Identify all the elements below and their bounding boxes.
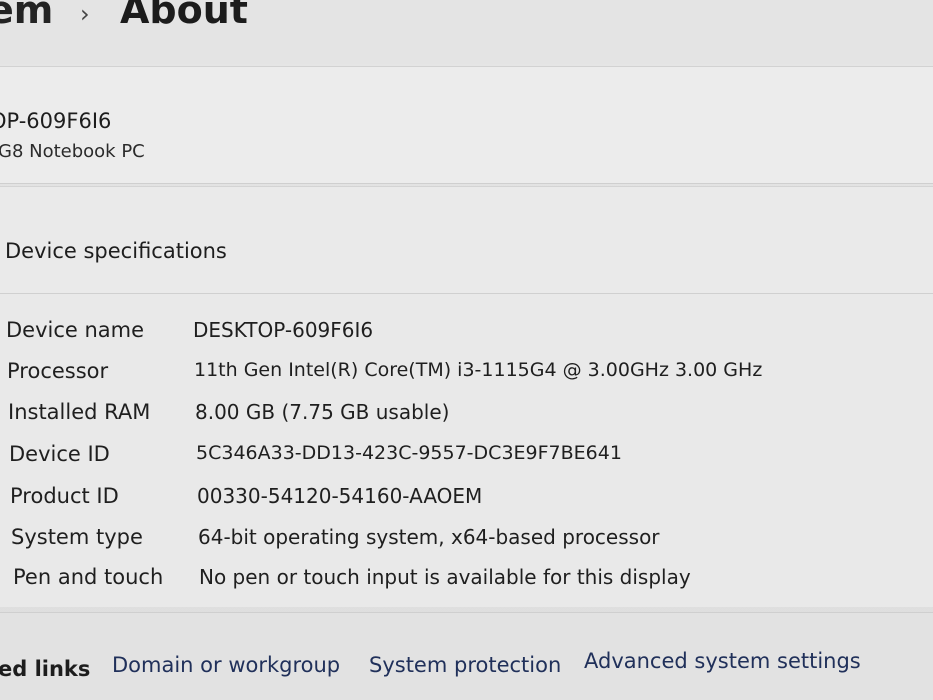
spec-row-processor: Processor 11th Gen Intel(R) Core(TM) i3-… [0,359,933,399]
page-title: About [120,0,248,32]
spec-label: Processor [7,359,109,383]
system-protection-link[interactable]: System protection [369,653,561,677]
spec-label: Device ID [9,442,110,466]
domain-or-workgroup-link[interactable]: Domain or workgroup [112,653,340,677]
spec-row-pen-and-touch: Pen and touch No pen or touch input is a… [0,565,933,605]
spec-row-product-id: Product ID 00330-54120-54160-AAOEM [0,484,933,524]
related-links-label: ed links [0,657,91,681]
spec-label: System type [11,525,143,549]
device-specifications-header[interactable]: Device specifications [0,187,933,294]
device-model: G8 Notebook PC [0,141,145,162]
device-specifications-title: Device specifications [5,239,227,263]
spec-label: Installed RAM [8,400,151,424]
spec-value: No pen or touch input is available for t… [199,565,691,589]
advanced-system-settings-link[interactable]: Advanced system settings [584,649,861,673]
breadcrumb-chevron-icon: › [80,0,90,28]
spec-label: Product ID [10,484,119,508]
spec-value: 5C346A33-DD13-423C-9557-DC3E9F7BE641 [196,442,622,464]
spec-row-installed-ram: Installed RAM 8.00 GB (7.75 GB usable) [0,400,933,440]
spec-value: 8.00 GB (7.75 GB usable) [195,400,450,424]
spec-value: 64-bit operating system, x64-based proce… [198,525,660,549]
device-summary-card: OP-609F6I6 G8 Notebook PC [0,66,933,184]
spec-value: 11th Gen Intel(R) Core(TM) i3-1115G4 @ 3… [194,359,763,381]
spec-value: 00330-54120-54160-AAOEM [197,484,483,508]
settings-about-page: em › About OP-609F6I6 G8 Notebook PC Dev… [0,0,933,700]
device-hostname: OP-609F6I6 [0,109,112,133]
device-specifications-panel: Device specifications Device name DESKTO… [0,186,933,607]
related-links-bar: ed links Domain or workgroup System prot… [0,612,933,700]
page-header: em › About [0,0,933,64]
spec-label: Pen and touch [13,565,164,589]
spec-row-device-id: Device ID 5C346A33-DD13-423C-9557-DC3E9F… [0,442,933,482]
spec-row-system-type: System type 64-bit operating system, x64… [0,525,933,565]
breadcrumb-system[interactable]: em [0,0,53,32]
spec-row-device-name: Device name DESKTOP-609F6I6 [0,318,933,358]
spec-label: Device name [6,318,145,342]
spec-value: DESKTOP-609F6I6 [193,318,374,342]
